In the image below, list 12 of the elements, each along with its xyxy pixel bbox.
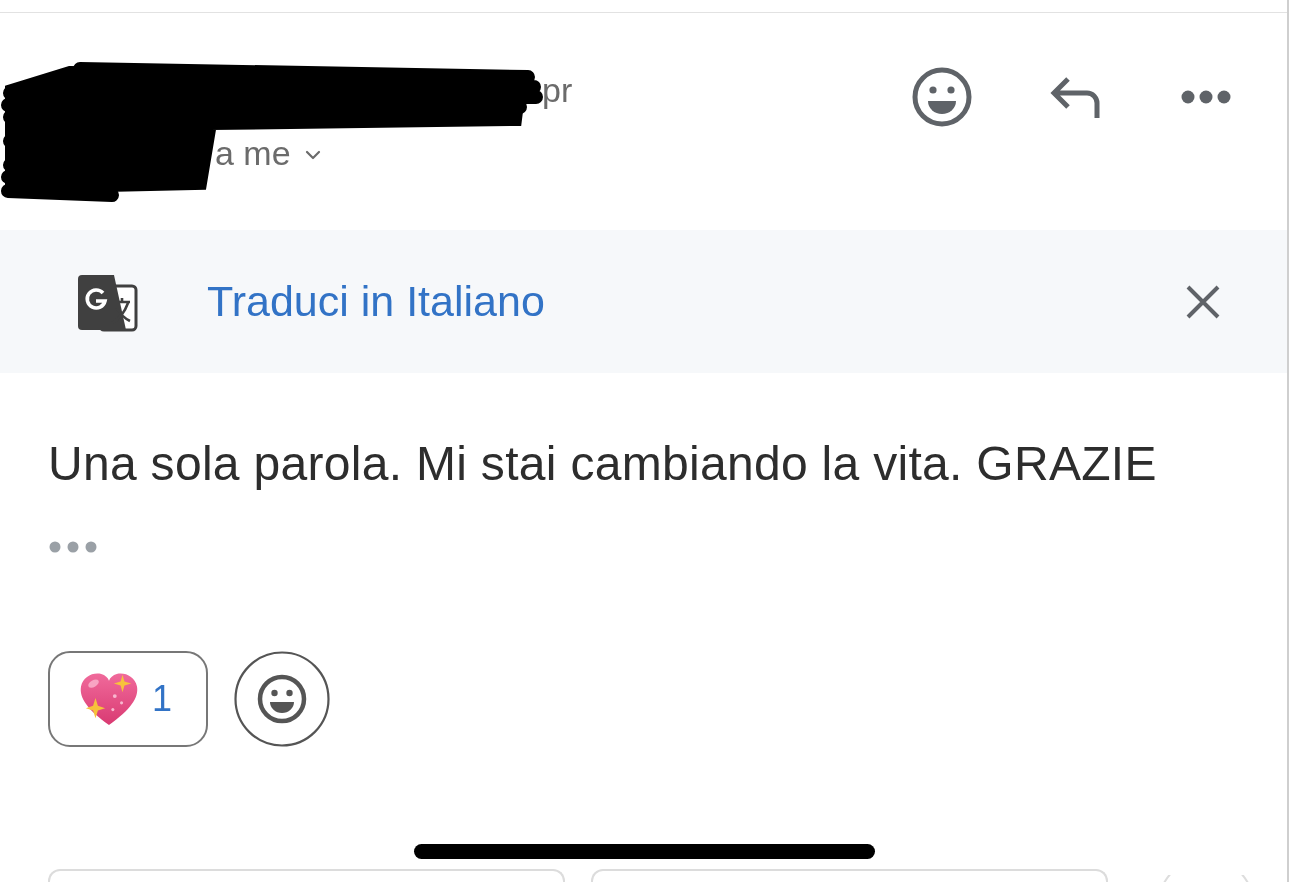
message-body: Una sola parola. Mi stai cambiando la vita. GRAZIE — [48, 436, 1158, 492]
add-reaction-icon[interactable] — [234, 651, 330, 747]
sender-name: pr — [542, 71, 573, 109]
smiley-icon[interactable] — [912, 67, 972, 127]
reply-icon[interactable] — [1049, 76, 1103, 118]
sparkling-heart-icon — [78, 671, 140, 727]
chevron-down-icon[interactable] — [304, 150, 321, 160]
recipient-label: a me — [215, 133, 291, 173]
more-icon[interactable] — [1181, 90, 1231, 104]
translate-link[interactable]: Traduci in Italiano — [207, 277, 545, 326]
reaction-chip[interactable]: 1 — [48, 651, 208, 747]
close-icon[interactable] — [1185, 283, 1221, 320]
